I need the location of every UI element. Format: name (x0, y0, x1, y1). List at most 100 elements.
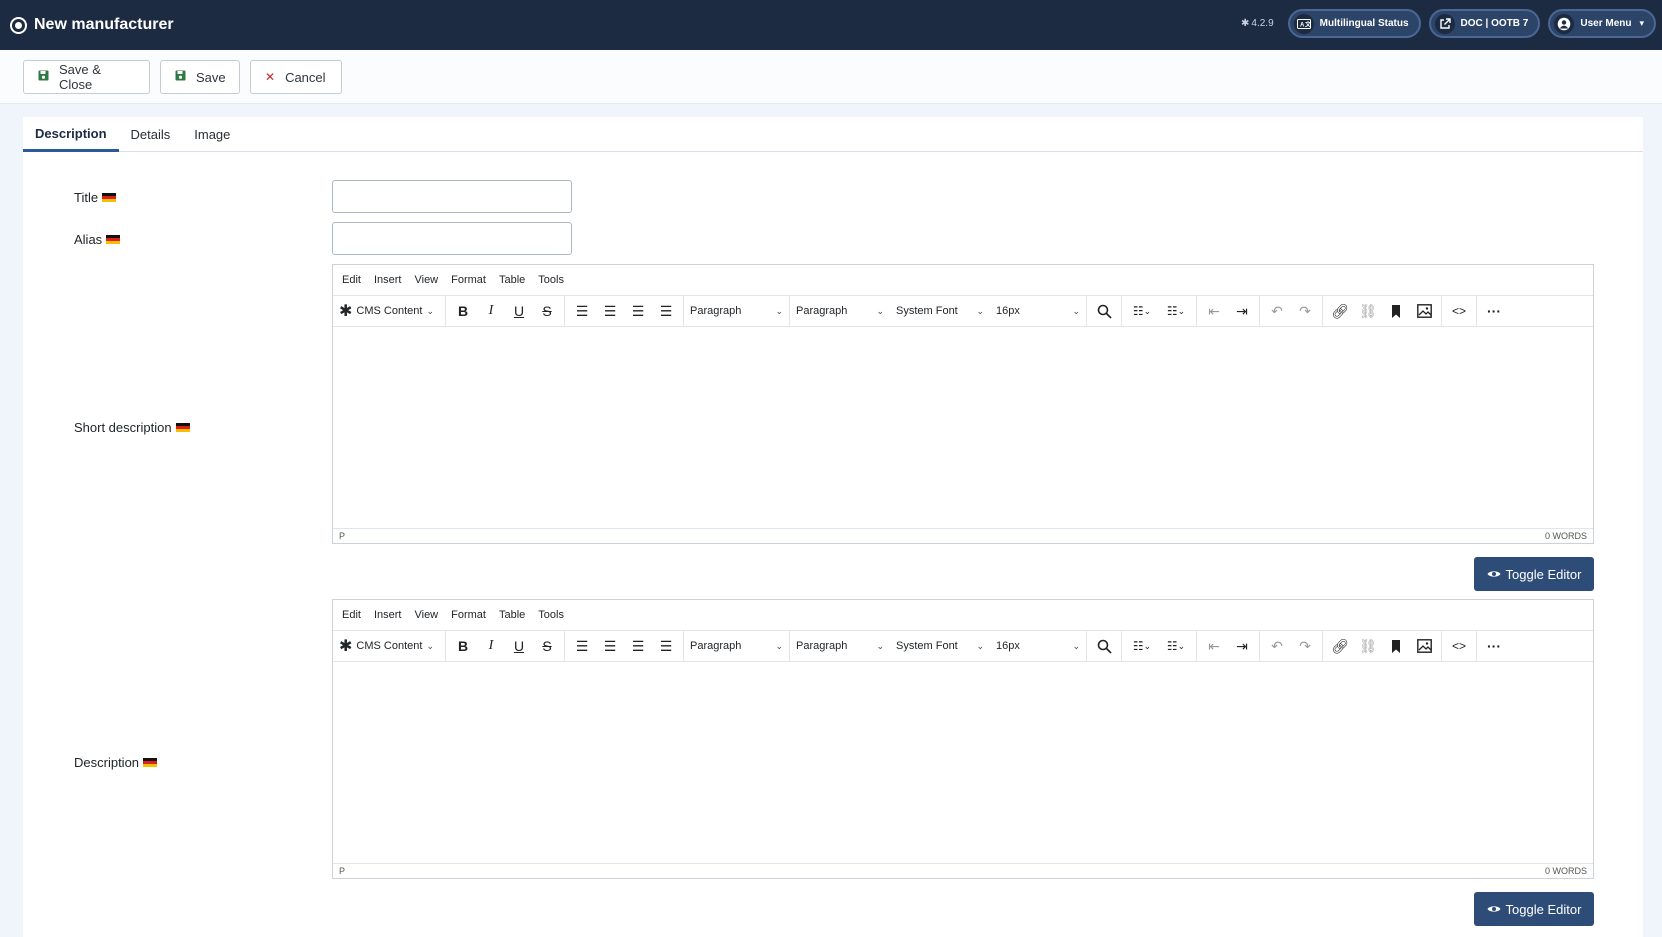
tab-bar: Description Details Image (23, 117, 1643, 152)
font-size-dropdown[interactable]: 16px ⌄ (990, 299, 1086, 323)
cancel-button[interactable]: ✕ Cancel (250, 60, 342, 94)
underline-icon[interactable]: U (506, 299, 532, 323)
more-icon[interactable]: ··· (1481, 634, 1507, 658)
menu-format[interactable]: Format (451, 274, 486, 286)
menu-tools[interactable]: Tools (538, 609, 564, 621)
block-format-dropdown[interactable]: Paragraph ⌄ (684, 299, 789, 323)
chevron-down-icon: ⌄ (976, 640, 984, 651)
search-icon[interactable] (1091, 634, 1117, 658)
unlink-icon[interactable]: ⛓ (1355, 299, 1381, 323)
toggle-editor-button[interactable]: Toggle Editor (1474, 557, 1594, 591)
search-icon[interactable] (1091, 299, 1117, 323)
chevron-down-icon: ⌄ (976, 305, 984, 316)
tab-image[interactable]: Image (182, 117, 242, 152)
cms-content-dropdown[interactable]: ✱ CMS Content ⌄ (337, 634, 440, 658)
cms-content-dropdown[interactable]: ✱ CMS Content ⌄ (337, 299, 440, 323)
tab-description[interactable]: Description (23, 117, 119, 152)
italic-icon[interactable]: I (478, 634, 504, 658)
align-justify-icon[interactable]: ☰ (653, 299, 679, 323)
bullet-list-icon[interactable]: ☷ ⌄ (1126, 299, 1158, 323)
eye-icon (1487, 567, 1501, 582)
editor-content-area[interactable] (333, 662, 1593, 863)
align-left-icon[interactable]: ☰ (569, 634, 595, 658)
paragraph-dropdown[interactable]: Paragraph ⌄ (790, 634, 890, 658)
bookmark-icon[interactable] (1383, 634, 1409, 658)
bookmark-icon[interactable] (1383, 299, 1409, 323)
editor-statusbar: P 0 WORDS (333, 863, 1593, 878)
alias-label: Alias (74, 232, 121, 247)
alias-input[interactable] (332, 222, 572, 255)
tab-details[interactable]: Details (119, 117, 183, 152)
editor-menubar: Edit Insert View Format Table Tools (333, 265, 1593, 296)
image-icon[interactable] (1411, 634, 1437, 658)
menu-table[interactable]: Table (499, 274, 525, 286)
chevron-down-icon: ⌄ (876, 305, 884, 316)
menu-edit[interactable]: Edit (342, 609, 361, 621)
undo-icon[interactable]: ↶ (1264, 299, 1290, 323)
strikethrough-icon[interactable]: S (534, 299, 560, 323)
user-menu-button[interactable]: User Menu ▾ (1548, 9, 1656, 38)
element-path: P (339, 531, 346, 541)
indent-icon[interactable]: ⇥ (1229, 299, 1255, 323)
align-right-icon[interactable]: ☰ (625, 299, 651, 323)
menu-table[interactable]: Table (499, 609, 525, 621)
underline-icon[interactable]: U (506, 634, 532, 658)
menu-insert[interactable]: Insert (374, 609, 402, 621)
code-icon[interactable]: <> (1446, 299, 1472, 323)
bold-icon[interactable]: B (450, 634, 476, 658)
toggle-editor-button[interactable]: Toggle Editor (1474, 892, 1594, 926)
redo-icon[interactable]: ↷ (1292, 634, 1318, 658)
menu-format[interactable]: Format (451, 609, 486, 621)
menu-edit[interactable]: Edit (342, 274, 361, 286)
italic-icon[interactable]: I (478, 299, 504, 323)
chevron-down-icon: ⌄ (426, 305, 434, 316)
german-flag-icon (175, 423, 190, 432)
save-close-button[interactable]: Save & Close (23, 60, 150, 94)
link-icon[interactable]: 🔗︎ (1327, 634, 1353, 658)
align-right-icon[interactable]: ☰ (625, 634, 651, 658)
image-icon[interactable] (1411, 299, 1437, 323)
multilingual-status-button[interactable]: A文 Multilingual Status (1287, 9, 1421, 38)
app-logo-icon (10, 16, 27, 34)
font-family-dropdown[interactable]: System Font ⌄ (890, 299, 990, 323)
numbered-list-icon[interactable]: ☷ ⌄ (1160, 299, 1192, 323)
site-link-button[interactable]: DOC | OOTB 7 (1428, 9, 1541, 38)
german-flag-icon (143, 758, 158, 767)
bullet-list-icon[interactable]: ☷ ⌄ (1126, 634, 1158, 658)
indent-icon[interactable]: ⇥ (1229, 634, 1255, 658)
strikethrough-icon[interactable]: S (534, 634, 560, 658)
menu-insert[interactable]: Insert (374, 274, 402, 286)
menu-tools[interactable]: Tools (538, 274, 564, 286)
align-center-icon[interactable]: ☰ (597, 634, 623, 658)
undo-icon[interactable]: ↶ (1264, 634, 1290, 658)
outdent-icon[interactable]: ⇤ (1201, 634, 1227, 658)
svg-text:文: 文 (1304, 20, 1311, 28)
menu-view[interactable]: View (414, 609, 438, 621)
editor-statusbar: P 0 WORDS (333, 528, 1593, 543)
save-button[interactable]: Save (160, 60, 240, 94)
outdent-icon[interactable]: ⇤ (1201, 299, 1227, 323)
bold-icon[interactable]: B (450, 299, 476, 323)
save-icon (38, 70, 49, 84)
word-count: 0 WORDS (1544, 531, 1587, 541)
paragraph-dropdown[interactable]: Paragraph ⌄ (790, 299, 890, 323)
eye-icon (1487, 902, 1501, 917)
redo-icon[interactable]: ↷ (1292, 299, 1318, 323)
align-left-icon[interactable]: ☰ (569, 299, 595, 323)
code-icon[interactable]: <> (1446, 634, 1472, 658)
numbered-list-icon[interactable]: ☷ ⌄ (1160, 634, 1192, 658)
font-family-dropdown[interactable]: System Font ⌄ (890, 634, 990, 658)
chevron-down-icon: ▾ (1639, 18, 1644, 28)
title-input[interactable] (332, 180, 572, 213)
joomla-icon: ✱ (339, 638, 353, 655)
font-size-dropdown[interactable]: 16px ⌄ (990, 634, 1086, 658)
language-icon: A文 (1293, 13, 1314, 34)
unlink-icon[interactable]: ⛓ (1355, 634, 1381, 658)
link-icon[interactable]: 🔗︎ (1327, 299, 1353, 323)
menu-view[interactable]: View (414, 274, 438, 286)
more-icon[interactable]: ··· (1481, 299, 1507, 323)
editor-content-area[interactable] (333, 327, 1593, 528)
align-justify-icon[interactable]: ☰ (653, 634, 679, 658)
align-center-icon[interactable]: ☰ (597, 299, 623, 323)
block-format-dropdown[interactable]: Paragraph ⌄ (684, 634, 789, 658)
